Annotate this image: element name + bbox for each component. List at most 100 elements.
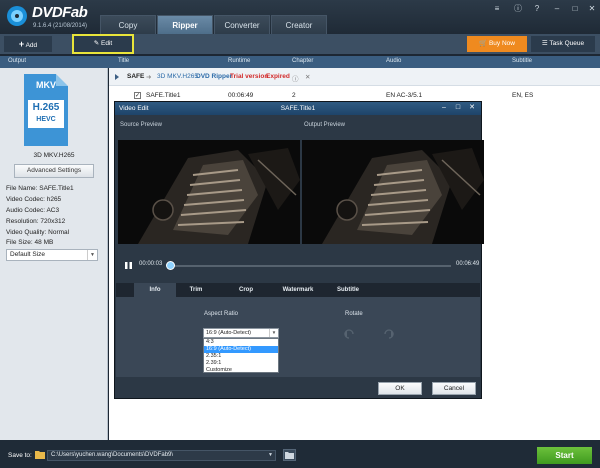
add-button[interactable]: + Add (4, 36, 52, 52)
info-video-codec: Video Codec: h265 (6, 196, 62, 203)
row-subtitle: EN, ES (512, 92, 534, 99)
source-name: SAFE (127, 73, 145, 80)
dialog-tabs: Info Trim Crop Watermark Subtitle (116, 283, 480, 297)
dialog-minimize-icon[interactable]: – (439, 103, 449, 113)
buy-now-label: Buy Now (488, 40, 515, 47)
aspect-ratio-select[interactable]: 16:9 (Auto-Detect) ▼ (203, 328, 279, 338)
info-circle-icon[interactable]: ⓘ (292, 73, 299, 83)
remove-icon[interactable]: ✕ (305, 73, 310, 81)
info-tab-panel: Aspect Ratio Rotate 16:9 (Auto-Detect) ▼… (116, 297, 480, 377)
advanced-settings-button[interactable]: Advanced Settings (14, 164, 94, 178)
expired-label: Expired (266, 73, 290, 80)
tab-trim[interactable]: Trim (176, 283, 216, 297)
aspect-option-customize[interactable]: Customize (204, 367, 278, 374)
settings-menu-icon[interactable]: ≡ (490, 3, 504, 15)
tab-ripper[interactable]: Ripper (157, 15, 213, 34)
aspect-option-2-35[interactable]: 2.35:1 (204, 353, 278, 360)
seek-handle[interactable] (165, 261, 175, 270)
size-select-value: Default Size (10, 251, 46, 258)
close-icon[interactable]: ✕ (585, 3, 599, 15)
info-resolution: Resolution: 720x312 (6, 218, 66, 225)
tab-crop[interactable]: Crop (226, 283, 266, 297)
column-subtitle[interactable]: Subtitle (512, 58, 532, 64)
tab-info[interactable]: Info (134, 283, 176, 297)
profile-codec: H.265 (32, 102, 60, 113)
column-header: Output Title Runtime Chapter Audio Subti… (0, 56, 600, 68)
profile-codec-sub: HEVC (36, 116, 56, 123)
pause-icon[interactable] (124, 261, 133, 270)
source-preview-label: Source Preview (120, 122, 163, 128)
row-runtime: 00:06:49 (228, 92, 254, 99)
aspect-ratio-label: Aspect Ratio (204, 311, 239, 317)
info-audio-codec: Audio Codec: AC3 (6, 207, 60, 214)
current-time: 00:00:03 (139, 261, 163, 267)
buy-now-button[interactable]: 🛒 Buy Now (467, 36, 527, 52)
dialog-footer: OK Cancel (116, 377, 480, 398)
tab-subtitle[interactable]: Subtitle (328, 283, 368, 297)
aspect-option-2-39[interactable]: 2.39:1 (204, 360, 278, 367)
dialog-title-bar[interactable]: Video Edit SAFE.Title1 – □ ✕ (115, 102, 481, 115)
chevron-down-icon[interactable]: ▼ (268, 451, 273, 460)
rotate-label: Rotate (345, 311, 363, 317)
mkv-h265-profile-icon[interactable]: MKV H.265 HEVC (24, 74, 68, 146)
task-queue-button[interactable]: ☰ Task Queue (531, 36, 595, 52)
tab-copy[interactable]: Copy (100, 15, 156, 34)
info-file-name: File Name: SAFE.Title1 (6, 185, 74, 192)
expand-triangle-icon[interactable] (115, 74, 119, 80)
profile-name: 3D MKV.H265 (33, 152, 75, 159)
row-title: SAFE.Title1 (146, 92, 181, 99)
ok-button[interactable]: OK (378, 382, 422, 395)
source-preview-video (118, 140, 300, 244)
task-queue-label: Task Queue (549, 40, 585, 47)
seek-bar[interactable] (168, 265, 451, 267)
column-runtime[interactable]: Runtime (228, 58, 250, 64)
title-checkbox[interactable]: ✓ (134, 92, 141, 99)
column-output[interactable]: Output (8, 58, 26, 64)
rotate-left-icon[interactable] (342, 327, 356, 341)
app-brand: DVDFab (32, 4, 88, 21)
column-audio[interactable]: Audio (386, 58, 401, 64)
total-time: 00:06:49 (456, 261, 480, 267)
toolbar: + Add ✎ Edit 🛒 Buy Now ☰ Task Queue (0, 34, 600, 54)
tab-creator[interactable]: Creator (271, 15, 327, 34)
edit-button-label: Edit (101, 40, 113, 47)
trial-label: Trial version (230, 73, 269, 80)
cart-icon: 🛒 (479, 40, 488, 47)
row-audio: EN AC-3/5.1 (386, 92, 423, 99)
minimize-icon[interactable]: – (550, 3, 564, 15)
save-to-label: Save to: (8, 452, 32, 459)
chevron-down-icon: ▼ (269, 329, 278, 337)
output-preview-label: Output Preview (304, 122, 346, 128)
source-module: DVD Ripper (196, 73, 233, 80)
info-video-quality: Video Quality: Normal (6, 229, 70, 236)
info-file-size: File Size: 48 MB (6, 239, 54, 246)
open-folder-icon (285, 452, 294, 459)
maximize-icon[interactable]: □ (568, 3, 582, 15)
help-icon[interactable]: ? (530, 3, 544, 15)
column-chapter[interactable]: Chapter (292, 58, 313, 64)
tab-converter[interactable]: Converter (214, 15, 270, 34)
profile-container: MKV (36, 80, 56, 90)
source-profile: 3D MKV.H265 (157, 73, 198, 80)
rotate-right-icon[interactable] (382, 327, 396, 341)
source-row[interactable]: SAFE ➜ 3D MKV.H265 DVD Ripper Trial vers… (109, 68, 600, 86)
save-path-field[interactable]: C:\Users\yuchen.wang\Documents\DVDFab9\ … (47, 450, 276, 461)
aspect-ratio-options: 4:3 16:9 (Auto-Detect) 2.35:1 2.39:1 Cus… (203, 338, 279, 373)
size-select[interactable]: Default Size ▼ (6, 249, 98, 261)
add-button-label: Add (25, 42, 38, 49)
cancel-button[interactable]: Cancel (432, 382, 476, 395)
output-preview-video (302, 140, 484, 244)
plus-icon: + (18, 39, 25, 49)
task-queue-icon: ☰ (541, 40, 548, 47)
dialog-close-icon[interactable]: ✕ (467, 103, 477, 113)
aspect-option-4-3[interactable]: 4:3 (204, 339, 278, 346)
edit-button[interactable]: ✎ Edit (72, 34, 134, 54)
column-title[interactable]: Title (118, 58, 129, 64)
browse-folder-button[interactable] (283, 449, 296, 461)
aspect-ratio-value: 16:9 (Auto-Detect) (206, 330, 251, 336)
dialog-maximize-icon[interactable]: □ (453, 103, 463, 113)
aspect-option-16-9[interactable]: 16:9 (Auto-Detect) (204, 346, 278, 353)
tab-watermark[interactable]: Watermark (276, 283, 320, 297)
start-button[interactable]: Start (537, 447, 592, 464)
info-icon[interactable]: ⓘ (511, 3, 525, 15)
